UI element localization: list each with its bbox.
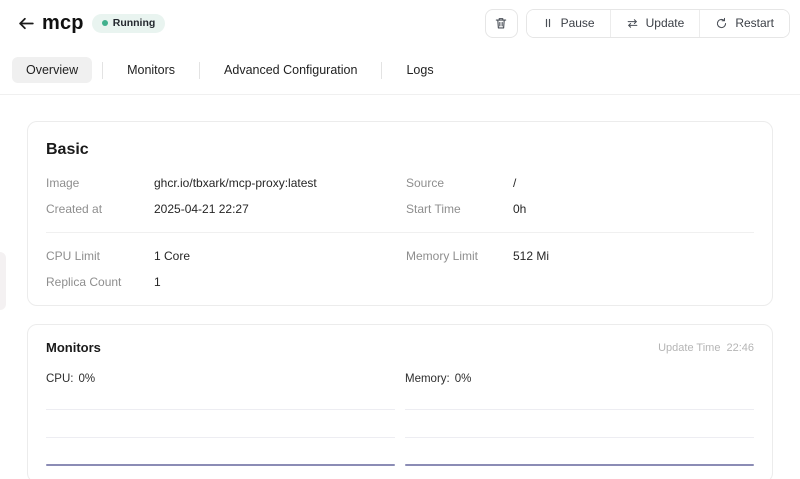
- memory-label: Memory:: [405, 373, 450, 385]
- field-label: Created at: [46, 202, 154, 216]
- monitor-charts: CPU: 0% Memory: 0%: [46, 373, 754, 466]
- update-time: Update Time 22:46: [658, 342, 754, 354]
- field-value: 2025-04-21 22:27: [154, 202, 406, 216]
- left-edge-decoration: [0, 252, 6, 310]
- swap-arrows-icon: [626, 17, 639, 30]
- basic-panel: Basic Image ghcr.io/tbxark/mcp-proxy:lat…: [27, 121, 773, 306]
- memory-chart-area: [405, 396, 754, 466]
- field-value: 512 Mi: [513, 249, 754, 263]
- status-badge: Running: [92, 14, 166, 33]
- field-label-empty: [406, 275, 513, 289]
- update-time-value: 22:46: [726, 342, 754, 354]
- basic-fields-top: Image ghcr.io/tbxark/mcp-proxy:latest So…: [46, 176, 754, 216]
- monitors-panel-title: Monitors: [46, 340, 101, 355]
- header: mcp Running Pause Update: [0, 0, 800, 46]
- tab-bar: Overview Monitors Advanced Configuration…: [0, 46, 800, 94]
- gridline: [405, 437, 754, 438]
- tab-separator: [381, 62, 382, 79]
- field-label: Source: [406, 176, 513, 190]
- basic-panel-title: Basic: [46, 141, 754, 159]
- monitors-panel-header: Monitors Update Time 22:46: [46, 340, 754, 355]
- gridline: [46, 437, 395, 438]
- tab-monitors[interactable]: Monitors: [113, 57, 189, 83]
- cpu-label: CPU:: [46, 373, 73, 385]
- field-label: Memory Limit: [406, 249, 513, 263]
- status-dot-icon: [102, 20, 108, 26]
- tab-separator: [102, 62, 103, 79]
- cpu-chart-label: CPU: 0%: [46, 373, 395, 385]
- gridline: [46, 409, 395, 410]
- field-label: CPU Limit: [46, 249, 154, 263]
- tab-logs[interactable]: Logs: [392, 57, 447, 83]
- back-arrow-icon: [17, 14, 36, 33]
- back-button[interactable]: [14, 11, 38, 35]
- page-title: mcp: [42, 12, 84, 35]
- tab-advanced-configuration[interactable]: Advanced Configuration: [210, 57, 371, 83]
- field-label: Image: [46, 176, 154, 190]
- tab-overview[interactable]: Overview: [12, 57, 92, 83]
- field-value: 1 Core: [154, 249, 406, 263]
- memory-value: 0%: [455, 373, 472, 385]
- field-value: 0h: [513, 202, 754, 216]
- pause-icon: [542, 17, 554, 29]
- pause-button-label: Pause: [561, 16, 595, 30]
- restart-icon: [715, 17, 728, 30]
- delete-button[interactable]: [485, 9, 518, 38]
- restart-button-label: Restart: [735, 16, 774, 30]
- field-label: Start Time: [406, 202, 513, 216]
- memory-chart: Memory: 0%: [405, 373, 754, 466]
- memory-chart-label: Memory: 0%: [405, 373, 754, 385]
- pause-button[interactable]: Pause: [527, 10, 610, 37]
- gridline: [405, 409, 754, 410]
- basic-fields-bottom: CPU Limit 1 Core Memory Limit 512 Mi Rep…: [46, 249, 754, 289]
- status-label: Running: [113, 17, 156, 29]
- monitors-panel: Monitors Update Time 22:46 CPU: 0%: [27, 324, 773, 479]
- update-button-label: Update: [646, 16, 685, 30]
- update-button[interactable]: Update: [610, 10, 700, 37]
- cpu-chart: CPU: 0%: [46, 373, 395, 466]
- field-value: ghcr.io/tbxark/mcp-proxy:latest: [154, 176, 406, 190]
- field-value: 1: [154, 275, 406, 289]
- restart-button[interactable]: Restart: [699, 10, 789, 37]
- field-value-empty: [513, 275, 754, 289]
- basic-section-divider: [46, 232, 754, 233]
- cpu-chart-area: [46, 396, 395, 466]
- app-root: mcp Running Pause Update: [0, 0, 800, 479]
- memory-data-line: [405, 464, 754, 466]
- tab-separator: [199, 62, 200, 79]
- field-value: /: [513, 176, 754, 190]
- main-content: Basic Image ghcr.io/tbxark/mcp-proxy:lat…: [0, 95, 800, 479]
- cpu-value: 0%: [78, 373, 95, 385]
- cpu-data-line: [46, 464, 395, 466]
- action-button-group: Pause Update Restart: [526, 9, 790, 38]
- field-label: Replica Count: [46, 275, 154, 289]
- trash-icon: [494, 16, 508, 30]
- update-time-label: Update Time: [658, 342, 720, 354]
